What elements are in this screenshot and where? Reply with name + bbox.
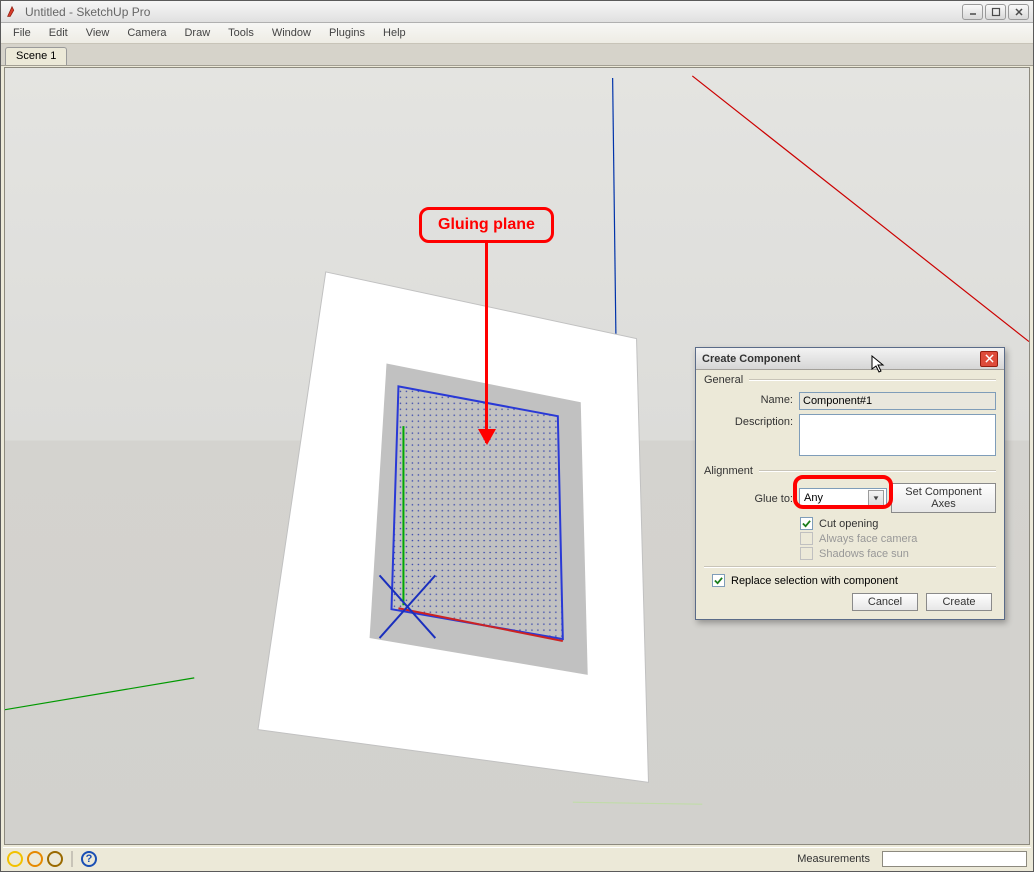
menu-window[interactable]: Window [264, 25, 319, 41]
create-component-dialog[interactable]: Create Component General Name: Descripti… [695, 347, 1005, 620]
scene-tab[interactable]: Scene 1 [5, 47, 67, 65]
statusbar: ? Measurements [3, 847, 1031, 869]
status-icon-3[interactable] [47, 851, 63, 867]
callout-label: Gluing plane [419, 207, 554, 243]
dialog-titlebar[interactable]: Create Component [696, 348, 1004, 370]
menu-camera[interactable]: Camera [119, 25, 174, 41]
name-label: Name: [704, 392, 799, 406]
measurements-input[interactable] [882, 851, 1027, 867]
menu-view[interactable]: View [78, 25, 118, 41]
dropdown-arrow-icon[interactable] [868, 490, 884, 506]
callout: Gluing plane [419, 207, 554, 443]
menu-edit[interactable]: Edit [41, 25, 76, 41]
glue-to-select[interactable]: Any [799, 488, 887, 508]
minimize-button[interactable] [962, 4, 983, 20]
callout-arrow [485, 243, 488, 443]
status-icon-1[interactable] [7, 851, 23, 867]
menu-plugins[interactable]: Plugins [321, 25, 373, 41]
app-window: Untitled - SketchUp Pro File Edit View C… [0, 0, 1034, 872]
dialog-title: Create Component [702, 353, 800, 365]
name-input[interactable] [799, 392, 996, 410]
cut-opening-checkbox[interactable] [800, 517, 813, 530]
set-component-axes-button[interactable]: Set Component Axes [891, 483, 996, 513]
cut-opening-label: Cut opening [819, 518, 878, 530]
glue-to-value: Any [804, 492, 823, 504]
menu-draw[interactable]: Draw [176, 25, 218, 41]
menu-help[interactable]: Help [375, 25, 414, 41]
glue-to-label: Glue to: [704, 491, 799, 505]
cancel-button[interactable]: Cancel [852, 593, 918, 611]
status-icon-2[interactable] [27, 851, 43, 867]
maximize-button[interactable] [985, 4, 1006, 20]
always-face-camera-label: Always face camera [819, 533, 917, 545]
measurements-label: Measurements [797, 853, 870, 865]
help-icon[interactable]: ? [81, 851, 97, 867]
description-label: Description: [704, 414, 799, 428]
dialog-close-button[interactable] [980, 351, 998, 367]
dialog-body: General Name: Description: Alignment Glu… [696, 370, 1004, 619]
description-input[interactable] [799, 414, 996, 456]
always-face-camera-checkbox [800, 532, 813, 545]
menubar: File Edit View Camera Draw Tools Window … [1, 23, 1033, 44]
close-button[interactable] [1008, 4, 1029, 20]
divider [71, 851, 73, 867]
menu-tools[interactable]: Tools [220, 25, 262, 41]
shadows-face-sun-label: Shadows face sun [819, 548, 909, 560]
app-icon [5, 5, 19, 19]
section-alignment-label: Alignment [704, 465, 753, 477]
replace-selection-checkbox[interactable] [712, 574, 725, 587]
scene-tabs-bar: Scene 1 [1, 44, 1033, 66]
create-button[interactable]: Create [926, 593, 992, 611]
titlebar[interactable]: Untitled - SketchUp Pro [1, 1, 1033, 23]
shadows-face-sun-checkbox [800, 547, 813, 560]
window-title: Untitled - SketchUp Pro [25, 5, 956, 19]
menu-file[interactable]: File [5, 25, 39, 41]
replace-selection-label: Replace selection with component [731, 575, 898, 587]
section-general-label: General [704, 374, 743, 386]
